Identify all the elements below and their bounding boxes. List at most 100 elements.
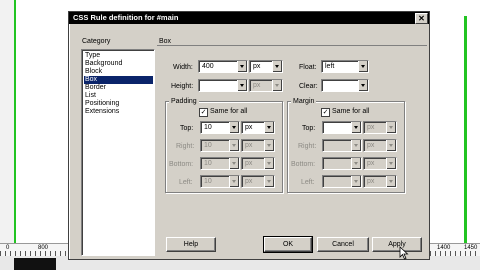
padding-top-unit-value: px xyxy=(245,124,253,131)
float-label: Float: xyxy=(299,64,317,71)
width-unit: px xyxy=(253,63,261,70)
dropdown-arrow-icon[interactable] xyxy=(351,176,361,187)
float-value: left xyxy=(325,63,335,70)
category-item-extensions[interactable]: Extensions xyxy=(84,108,153,116)
category-item-positioning[interactable]: Positioning xyxy=(84,100,153,108)
dropdown-arrow-icon[interactable] xyxy=(272,80,282,91)
dropdown-arrow-icon[interactable] xyxy=(229,140,239,151)
dropdown-arrow-icon[interactable] xyxy=(229,176,239,187)
padding-top-input[interactable]: 10 xyxy=(200,121,240,134)
ok-button[interactable]: OK xyxy=(263,236,313,253)
padding-left-value: 10 xyxy=(204,178,212,185)
margin-right-label: Right: xyxy=(298,143,317,150)
margin-bottom-unit-value: px xyxy=(367,160,375,167)
dropdown-arrow-icon[interactable] xyxy=(358,61,368,72)
dropdown-arrow-icon[interactable] xyxy=(351,122,361,133)
padding-same-label: Same for all xyxy=(210,108,248,115)
padding-left-unit-value: px xyxy=(245,178,253,185)
dropdown-arrow-icon[interactable] xyxy=(264,176,274,187)
dropdown-arrow-icon[interactable] xyxy=(386,158,396,169)
category-label: Category xyxy=(82,38,111,45)
width-label: Width: xyxy=(173,64,193,71)
status-block xyxy=(14,258,56,270)
category-item-type[interactable]: Type xyxy=(84,52,153,60)
margin-left-label: Left: xyxy=(301,179,315,186)
height-label: Height: xyxy=(171,83,194,90)
padding-bottom-unit[interactable]: px xyxy=(241,157,275,170)
category-item-border[interactable]: Border xyxy=(84,84,153,92)
padding-title: Padding xyxy=(169,97,199,106)
height-unit: px xyxy=(253,82,261,89)
height-unit-select[interactable]: px xyxy=(249,79,283,92)
margin-bottom-unit[interactable]: px xyxy=(363,157,397,170)
green-guide-line xyxy=(464,16,467,256)
width-unit-select[interactable]: px xyxy=(249,60,283,73)
margin-title: Margin xyxy=(291,97,317,106)
padding-right-label: Right: xyxy=(176,143,195,150)
dropdown-arrow-icon[interactable] xyxy=(386,122,396,133)
margin-group: Margin ✓ Same for all Top: px Right: px … xyxy=(287,97,405,193)
margin-right-unit[interactable]: px xyxy=(363,139,397,152)
close-button[interactable]: ✕ xyxy=(415,13,428,24)
width-value: 400 xyxy=(202,63,214,70)
dialog-title: CSS Rule definition for #main xyxy=(73,13,179,22)
dropdown-arrow-icon[interactable] xyxy=(358,80,368,91)
margin-left-input[interactable] xyxy=(322,175,362,188)
canvas-left-margin xyxy=(0,0,16,270)
padding-bottom-label: Bottom: xyxy=(169,161,194,168)
padding-bottom-input[interactable]: 10 xyxy=(200,157,240,170)
dropdown-arrow-icon[interactable] xyxy=(264,122,274,133)
padding-top-label: Top: xyxy=(180,125,194,132)
dropdown-arrow-icon[interactable] xyxy=(272,61,282,72)
margin-left-unit[interactable]: px xyxy=(363,175,397,188)
canvas-right-area xyxy=(428,0,480,270)
float-select[interactable]: left xyxy=(321,60,369,73)
category-item-box[interactable]: Box xyxy=(84,76,153,84)
margin-top-label: Top: xyxy=(302,125,316,132)
padding-group: Padding ✓ Same for all Top: 10 px Right:… xyxy=(165,97,283,193)
dropdown-arrow-icon[interactable] xyxy=(351,158,361,169)
dialog-titlebar[interactable]: CSS Rule definition for #main ✕ xyxy=(69,12,429,24)
clear-label: Clear: xyxy=(299,83,318,90)
padding-top-value: 10 xyxy=(204,124,212,131)
margin-right-unit-value: px xyxy=(367,142,375,149)
margin-top-input[interactable] xyxy=(322,121,362,134)
padding-top-unit[interactable]: px xyxy=(241,121,275,134)
padding-right-input[interactable]: 10 xyxy=(200,139,240,152)
cancel-button[interactable]: Cancel xyxy=(317,237,369,252)
category-item-background[interactable]: Background xyxy=(84,60,153,68)
margin-left-unit-value: px xyxy=(367,178,375,185)
dropdown-arrow-icon[interactable] xyxy=(386,140,396,151)
padding-same-checkbox[interactable]: ✓ xyxy=(199,108,208,117)
dropdown-arrow-icon[interactable] xyxy=(386,176,396,187)
help-button[interactable]: Help xyxy=(166,237,216,252)
width-input[interactable]: 400 xyxy=(198,60,248,73)
margin-same-label: Same for all xyxy=(332,108,370,115)
padding-right-value: 10 xyxy=(204,142,212,149)
margin-same-checkbox[interactable]: ✓ xyxy=(321,108,330,117)
category-list[interactable]: Type Background Block Box Border List Po… xyxy=(81,49,155,256)
dropdown-arrow-icon[interactable] xyxy=(351,140,361,151)
category-item-block[interactable]: Block xyxy=(84,68,153,76)
dropdown-arrow-icon[interactable] xyxy=(264,140,274,151)
clear-select[interactable] xyxy=(321,79,369,92)
dropdown-arrow-icon[interactable] xyxy=(229,158,239,169)
margin-right-input[interactable] xyxy=(322,139,362,152)
apply-button[interactable]: Apply xyxy=(372,237,422,252)
mouse-pointer-icon xyxy=(399,246,409,260)
height-input[interactable] xyxy=(198,79,248,92)
dropdown-arrow-icon[interactable] xyxy=(237,80,247,91)
category-item-list[interactable]: List xyxy=(84,92,153,100)
padding-right-unit[interactable]: px xyxy=(241,139,275,152)
dropdown-arrow-icon[interactable] xyxy=(229,122,239,133)
padding-left-unit[interactable]: px xyxy=(241,175,275,188)
dropdown-arrow-icon[interactable] xyxy=(237,61,247,72)
padding-bottom-value: 10 xyxy=(204,160,212,167)
css-rule-dialog: CSS Rule definition for #main ✕ Category… xyxy=(68,11,430,260)
margin-top-unit[interactable]: px xyxy=(363,121,397,134)
padding-bottom-unit-value: px xyxy=(245,160,253,167)
margin-bottom-input[interactable] xyxy=(322,157,362,170)
margin-bottom-label: Bottom: xyxy=(291,161,316,168)
dropdown-arrow-icon[interactable] xyxy=(264,158,274,169)
padding-left-input[interactable]: 10 xyxy=(200,175,240,188)
